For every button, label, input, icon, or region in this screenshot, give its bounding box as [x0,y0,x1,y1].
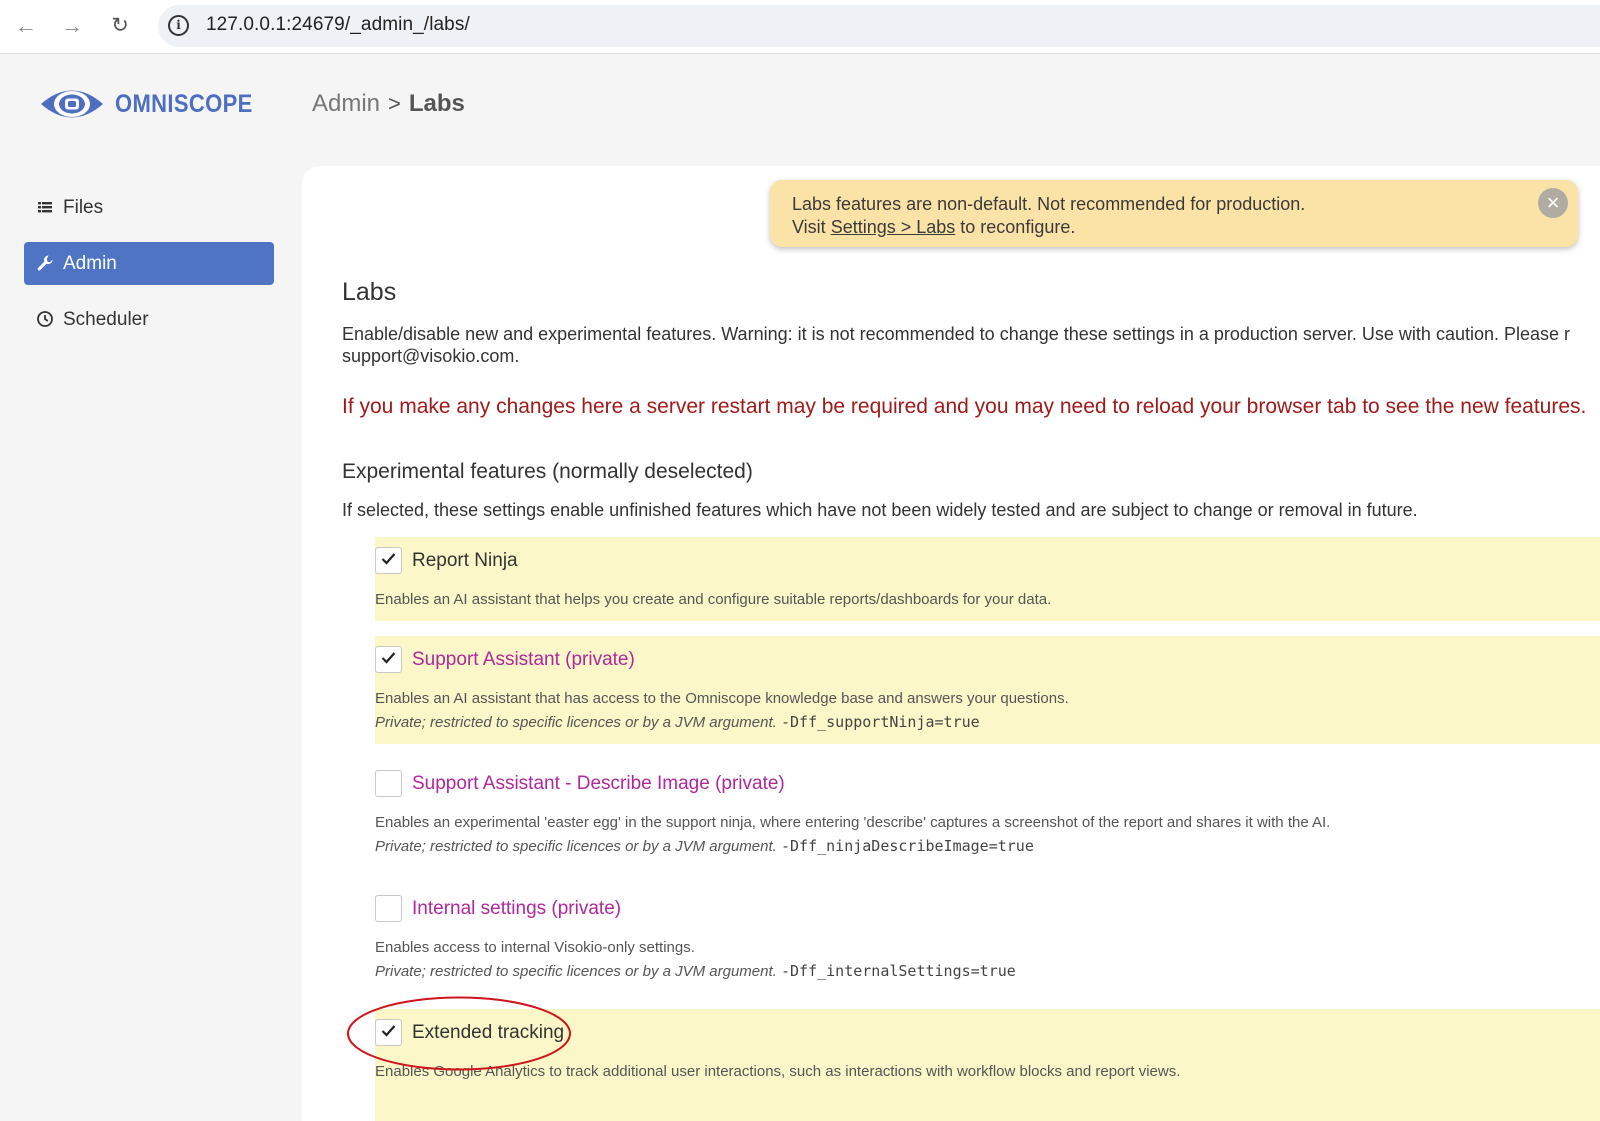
feature-support-assistant: Support Assistant (private) Enables an A… [375,636,1600,744]
logo-text: OMNISCOPE [115,90,253,118]
breadcrumb: Admin > Labs [312,90,465,118]
feature-note: Private; restricted to specific licences… [375,837,1034,855]
sidebar-item-files[interactable]: Files [24,186,274,229]
page-title: Labs [342,278,397,306]
banner-prefix: Visit [792,217,831,237]
feature-description: Enables an AI assistant that has access … [375,690,1069,707]
restart-warning: If you make any changes here a server re… [342,395,1587,418]
banner-suffix: to reconfigure. [955,217,1076,237]
feature-checkbox[interactable] [375,770,402,797]
section-description: If selected, these settings enable unfin… [342,500,1418,520]
feature-note-text: Private; restricted to specific licences… [375,963,777,980]
feature-describe-image: Support Assistant - Describe Image (priv… [375,760,1600,860]
feature-description: Enables access to internal Visokio-only … [375,939,695,956]
feature-checkbox[interactable] [375,547,402,574]
checkmark-icon [381,553,396,565]
omniscope-logo[interactable]: OMNISCOPE [39,84,269,124]
banner-text: Labs features are non-default. Not recom… [792,194,1306,214]
feature-checkbox[interactable] [375,1019,402,1046]
feature-note-text: Private; restricted to specific licences… [375,838,777,855]
jvm-argument: -Dff_internalSettings=true [781,962,1016,980]
settings-labs-link[interactable]: Settings > Labs [831,217,956,237]
forward-arrow-icon[interactable]: → [58,12,86,40]
address-bar[interactable]: i 127.0.0.1:24679/_admin_/labs/ [158,5,1600,47]
page-description: Enable/disable new and experimental feat… [342,324,1571,344]
feature-internal-settings: Internal settings (private) Enables acce… [375,885,1600,985]
site-info-icon[interactable]: i [168,15,189,36]
sidebar-item-scheduler[interactable]: Scheduler [24,298,274,341]
list-icon [38,202,52,213]
feature-extended-tracking: Extended tracking Enables Google Analyti… [375,1009,1600,1121]
back-arrow-icon[interactable]: ← [12,12,40,40]
feature-description: Enables an experimental 'easter egg' in … [375,814,1331,831]
feature-report-ninja: Report Ninja Enables an AI assistant tha… [375,537,1600,621]
sidebar-item-label: Files [63,197,104,218]
feature-checkbox[interactable] [375,646,402,673]
eye-logo-icon [41,90,103,118]
jvm-argument: -Dff_ninjaDescribeImage=true [781,837,1034,855]
checkmark-icon [381,1025,396,1037]
feature-title[interactable]: Internal settings (private) [412,898,621,920]
section-title: Experimental features (normally deselect… [342,460,753,483]
feature-title[interactable]: Support Assistant (private) [412,649,635,671]
sidebar-item-admin[interactable]: Admin [24,242,274,285]
feature-note: Private; restricted to specific licences… [375,713,980,731]
reload-icon[interactable]: ↻ [106,12,134,40]
feature-title[interactable]: Report Ninja [412,550,518,572]
close-icon[interactable]: × [1538,188,1568,218]
feature-description: Enables Google Analytics to track additi… [375,1063,1181,1080]
feature-title[interactable]: Extended tracking [412,1022,564,1044]
page-description-email: support@visokio.com. [342,346,520,366]
url-text[interactable]: 127.0.0.1:24679/_admin_/labs/ [206,14,470,36]
feature-description: Enables an AI assistant that helps you c… [375,591,1052,608]
jvm-argument: -Dff_supportNinja=true [781,713,980,731]
clock-icon [37,311,53,327]
breadcrumb-separator: > [388,91,401,116]
main-panel: Labs features are non-default. Not recom… [302,166,1600,1121]
browser-toolbar: ← → ↻ i 127.0.0.1:24679/_admin_/labs/ [0,0,1600,54]
checkmark-icon [381,652,396,664]
banner-text-2: Visit Settings > Labs to reconfigure. [792,217,1075,238]
labs-warning-banner: Labs features are non-default. Not recom… [770,180,1578,247]
feature-checkbox[interactable] [375,895,402,922]
feature-note: Private; restricted to specific licences… [375,962,1016,980]
sidebar-item-label: Scheduler [63,309,149,330]
feature-note-text: Private; restricted to specific licences… [375,714,777,731]
breadcrumb-labs: Labs [408,90,465,117]
wrench-icon [37,255,53,271]
sidebar-item-label: Admin [63,253,117,274]
feature-title[interactable]: Support Assistant - Describe Image (priv… [412,773,785,795]
breadcrumb-admin[interactable]: Admin [312,90,380,117]
